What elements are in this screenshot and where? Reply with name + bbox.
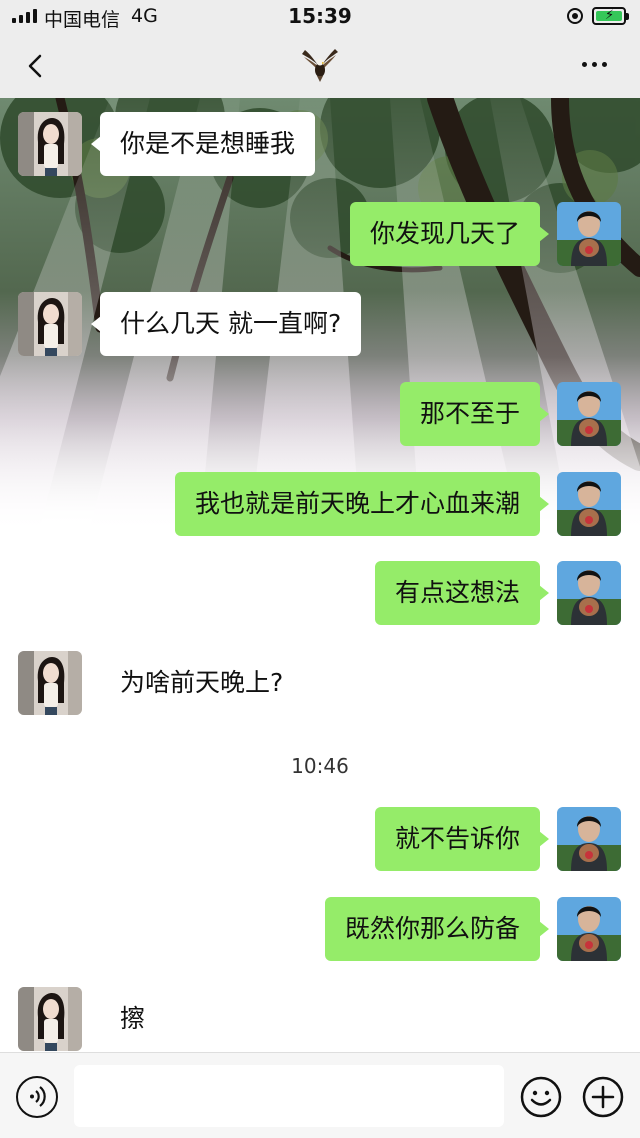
message-bubble[interactable]: 擦 — [100, 987, 165, 1051]
self-avatar[interactable] — [557, 561, 621, 625]
message-bubble[interactable]: 我也就是前天晚上才心血来潮 — [174, 472, 550, 536]
chat-area[interactable]: 你是不是想睡我 你发现几天了 什么几天 就一直啊? 那不至于 我也就是前天晚上才… — [0, 98, 640, 1052]
message-bubble[interactable]: 就不告诉你 — [374, 807, 550, 871]
input-bar — [0, 1052, 640, 1138]
plus-icon[interactable] — [582, 1076, 624, 1118]
contact-avatar[interactable] — [18, 987, 82, 1051]
self-avatar[interactable] — [557, 897, 621, 961]
orientation-lock-icon — [567, 8, 583, 24]
message-bubble[interactable]: 为啥前天晚上? — [100, 651, 303, 715]
eagle-avatar-icon[interactable] — [301, 48, 339, 84]
self-avatar[interactable] — [557, 807, 621, 871]
status-time: 15:39 — [288, 4, 352, 28]
message-bubble[interactable]: 什么几天 就一直啊? — [90, 292, 362, 356]
message-bubble[interactable]: 你是不是想睡我 — [90, 112, 316, 176]
message-timestamp: 10:46 — [291, 754, 349, 778]
contact-avatar[interactable] — [18, 112, 82, 176]
chat-header — [0, 34, 640, 98]
contact-avatar[interactable] — [18, 651, 82, 715]
message-bubble[interactable]: 有点这想法 — [374, 561, 550, 625]
self-avatar[interactable] — [557, 202, 621, 266]
voice-icon[interactable] — [16, 1076, 58, 1118]
contact-avatar[interactable] — [18, 292, 82, 356]
more-icon[interactable] — [582, 62, 607, 67]
back-icon[interactable] — [22, 52, 50, 80]
message-bubble[interactable]: 那不至于 — [399, 382, 550, 446]
message-bubble[interactable]: 你发现几天了 — [349, 202, 550, 266]
message-input[interactable] — [74, 1065, 504, 1127]
emoji-icon[interactable] — [520, 1076, 562, 1118]
battery-charging-icon: ⚡ — [592, 7, 629, 25]
self-avatar[interactable] — [557, 382, 621, 446]
self-avatar[interactable] — [557, 472, 621, 536]
message-bubble[interactable]: 既然你那么防备 — [324, 897, 550, 961]
status-bar: 中国电信 4G 15:39 ⚡ — [0, 0, 640, 34]
